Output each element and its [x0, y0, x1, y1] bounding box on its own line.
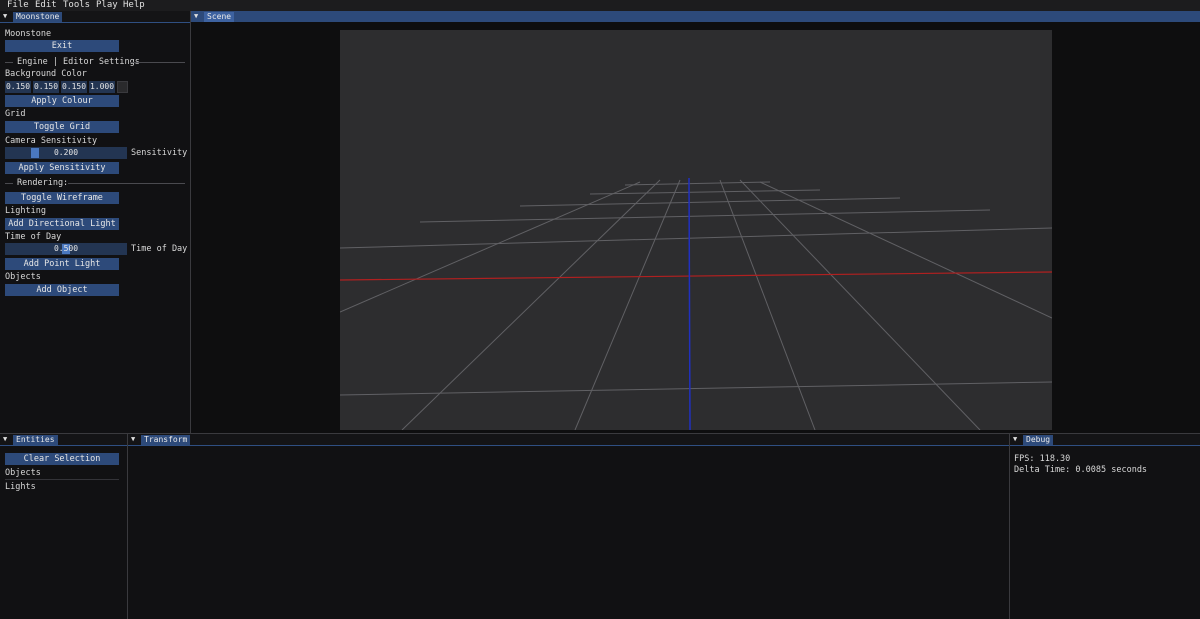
menu-help[interactable]: Help — [123, 0, 145, 11]
fps-readout: FPS: 118.30 — [1014, 454, 1071, 464]
moonstone-panel: ▼ Moonstone Moonstone Exit Engine | Edit… — [0, 11, 191, 433]
engine-settings-heading: Engine | Editor Settings — [17, 57, 140, 67]
panel-title: Moonstone — [5, 29, 52, 39]
separator — [5, 479, 119, 480]
add-point-light-button[interactable]: Add Point Light — [5, 258, 119, 270]
sensitivity-value: 0.200 — [53, 148, 79, 157]
separator — [130, 62, 185, 63]
list-item[interactable]: Lights — [5, 482, 36, 492]
time-of-day-slider[interactable]: 0.500 — [5, 243, 127, 255]
separator — [68, 183, 185, 184]
add-object-button[interactable]: Add Object — [5, 284, 119, 296]
x-axis-line — [340, 271, 1052, 281]
sensitivity-slider[interactable]: 0.200 — [5, 147, 127, 159]
time-of-day-label: Time of Day — [5, 232, 62, 242]
exit-button[interactable]: Exit — [5, 40, 119, 52]
z-axis-line — [688, 177, 691, 430]
collapse-arrow-icon[interactable]: ▼ — [1013, 434, 1017, 445]
transform-panel: ▼ Transform — [128, 433, 1010, 619]
menu-file[interactable]: File — [7, 0, 29, 11]
collapse-arrow-icon[interactable]: ▼ — [194, 11, 198, 22]
debug-panel: ▼ Debug FPS: 118.30 Delta Time: 0.0085 s… — [1010, 433, 1200, 619]
lighting-label: Lighting — [5, 206, 46, 216]
list-item[interactable]: Objects — [5, 468, 41, 478]
entities-panel: ▼ Entities Clear Selection Objects Light… — [0, 433, 128, 619]
sensitivity-side-label: Sensitivity — [131, 148, 188, 158]
collapse-arrow-icon[interactable]: ▼ — [3, 11, 7, 22]
collapse-arrow-icon[interactable]: ▼ — [131, 434, 135, 445]
collapse-arrow-icon[interactable]: ▼ — [3, 434, 7, 445]
menu-tools[interactable]: Tools — [63, 0, 90, 11]
time-of-day-value: 0.500 — [53, 244, 79, 253]
menu-bar: File Edit Tools Play Help — [0, 0, 1200, 11]
separator — [5, 62, 13, 63]
grid-canvas — [340, 177, 1052, 430]
objects-label: Objects — [5, 272, 41, 282]
delta-time-readout: Delta Time: 0.0085 seconds — [1014, 465, 1148, 475]
moonstone-tab[interactable]: Moonstone — [13, 12, 63, 22]
moonstone-tabbar: ▼ Moonstone — [0, 11, 190, 23]
clear-selection-button[interactable]: Clear Selection — [5, 453, 119, 465]
camera-sensitivity-label: Camera Sensitivity — [5, 136, 98, 146]
grid-label: Grid — [5, 109, 26, 119]
background-color-label: Background Color — [5, 69, 87, 79]
grid-lines — [340, 179, 1052, 430]
bg-b-input[interactable]: 0.150 — [61, 81, 87, 93]
scene-tab[interactable]: Scene — [204, 12, 235, 22]
menu-play[interactable]: Play — [96, 0, 118, 11]
transform-tab[interactable]: Transform — [141, 435, 191, 445]
apply-sensitivity-button[interactable]: Apply Sensitivity — [5, 162, 119, 174]
toggle-wireframe-button[interactable]: Toggle Wireframe — [5, 192, 119, 204]
bg-r-input[interactable]: 0.150 — [5, 81, 31, 93]
scene-viewport[interactable] — [340, 30, 1052, 430]
scene-tabbar: ▼ Scene — [191, 11, 1200, 22]
toggle-grid-button[interactable]: Toggle Grid — [5, 121, 119, 133]
entities-tabbar: ▼ Entities — [0, 434, 127, 446]
time-of-day-side-label: Time of Day — [131, 244, 188, 254]
debug-tabbar: ▼ Debug — [1010, 434, 1200, 446]
entities-tab[interactable]: Entities — [13, 435, 58, 445]
transform-tabbar: ▼ Transform — [128, 434, 1009, 446]
bg-a-input[interactable]: 1.000 — [89, 81, 115, 93]
menu-edit[interactable]: Edit — [35, 0, 57, 11]
debug-tab[interactable]: Debug — [1023, 435, 1054, 445]
add-directional-light-button[interactable]: Add Directional Light — [5, 218, 119, 230]
bg-g-input[interactable]: 0.150 — [33, 81, 59, 93]
rendering-heading: Rendering: — [17, 178, 69, 188]
separator — [5, 183, 13, 184]
color-swatch[interactable] — [117, 81, 128, 93]
apply-colour-button[interactable]: Apply Colour — [5, 95, 119, 107]
